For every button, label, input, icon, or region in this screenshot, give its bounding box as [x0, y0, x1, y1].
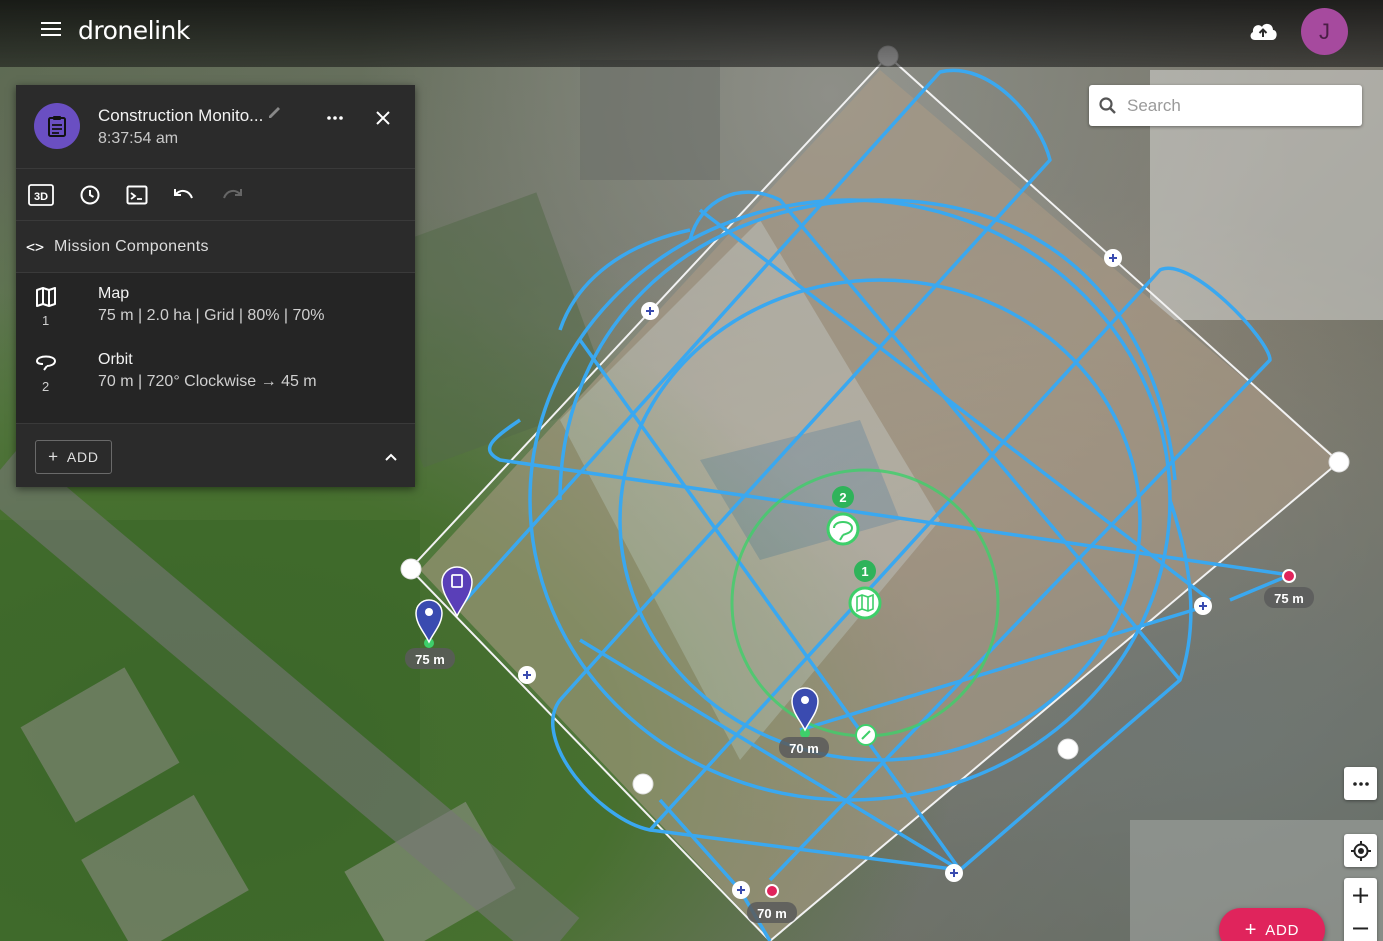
altitude-label-right: 75 m — [1274, 591, 1304, 606]
component-orbit[interactable]: 2 Orbit 70 m | 720° Clockwise → 45 m — [16, 341, 415, 403]
map-more-options-icon[interactable] — [1344, 767, 1377, 800]
mission-plan-icon[interactable] — [34, 103, 80, 149]
my-location-icon[interactable] — [1344, 834, 1377, 867]
mission-components-list: 1 Map 75 m | 2.0 ha | Grid | 80% | 70% 2… — [16, 273, 415, 423]
component-number: 2 — [42, 379, 50, 394]
component-title: Orbit — [98, 351, 133, 368]
search-icon — [1089, 85, 1127, 126]
mission-panel-footer: + ADD — [16, 423, 415, 487]
clock-history-icon[interactable] — [77, 183, 103, 207]
mission-title[interactable]: Construction Monito... — [98, 106, 263, 126]
component-title: Map — [98, 285, 130, 302]
cloud-upload-icon[interactable] — [1247, 16, 1279, 46]
close-icon[interactable] — [370, 105, 396, 131]
zoom-in-button[interactable]: + — [1344, 878, 1377, 911]
zoom-controls: + − — [1344, 878, 1377, 941]
plus-icon: + — [1244, 918, 1258, 941]
mission-panel: Construction Monito... 8:37:54 am 3D <> — [16, 85, 415, 487]
redo-icon[interactable] — [219, 183, 245, 207]
component-description: 75 m | 2.0 ha | Grid | 80% | 70% — [98, 307, 325, 324]
route-end-point[interactable] — [1282, 569, 1296, 583]
plus-icon: + — [48, 447, 59, 466]
zoom-out-button[interactable]: − — [1344, 911, 1377, 941]
hamburger-menu-icon[interactable] — [36, 18, 66, 44]
component-number: 1 — [42, 313, 50, 328]
altitude-label-bottom: 70 m — [757, 906, 787, 921]
svg-text:3D: 3D — [34, 191, 48, 203]
undo-icon[interactable] — [171, 183, 197, 207]
marker-number-2: 2 — [839, 490, 846, 505]
altitude-label-start: 75 m — [415, 652, 445, 667]
pencil-edit-icon[interactable] — [266, 103, 284, 121]
add-component-button[interactable]: + ADD — [35, 440, 112, 474]
more-options-icon[interactable] — [322, 105, 348, 131]
compass-marker[interactable] — [855, 724, 877, 746]
add-fab-button[interactable]: + ADD — [1219, 908, 1325, 941]
orbit-icon — [34, 351, 58, 375]
mission-time: 8:37:54 am — [98, 130, 179, 147]
route-end-point-bottom[interactable] — [765, 884, 779, 898]
app-logo[interactable]: dronelink — [78, 16, 190, 45]
3d-view-icon[interactable]: 3D — [28, 183, 54, 207]
map-icon — [34, 285, 58, 309]
mission-header: Construction Monito... 8:37:54 am — [16, 85, 415, 169]
terminal-icon[interactable] — [124, 183, 150, 207]
mission-components-toggle[interactable]: <> Mission Components — [16, 221, 415, 273]
component-description: 70 m | 720° Clockwise → 45 m — [98, 373, 317, 390]
search-input[interactable] — [1127, 95, 1347, 116]
top-app-bar: dronelink J — [0, 0, 1383, 67]
user-avatar[interactable]: J — [1301, 8, 1348, 55]
mission-toolbar: 3D — [16, 169, 415, 221]
map-search-box[interactable] — [1089, 85, 1362, 126]
code-brackets-icon: <> — [26, 237, 45, 256]
chevron-up-icon[interactable] — [380, 446, 402, 468]
marker-number-1: 1 — [861, 564, 868, 579]
mission-components-label: Mission Components — [54, 237, 209, 255]
component-map[interactable]: 1 Map 75 m | 2.0 ha | Grid | 80% | 70% — [16, 275, 415, 337]
add-fab-label: ADD — [1265, 921, 1300, 939]
add-component-label: ADD — [66, 449, 99, 465]
altitude-label-orbit: 70 m — [789, 741, 819, 756]
